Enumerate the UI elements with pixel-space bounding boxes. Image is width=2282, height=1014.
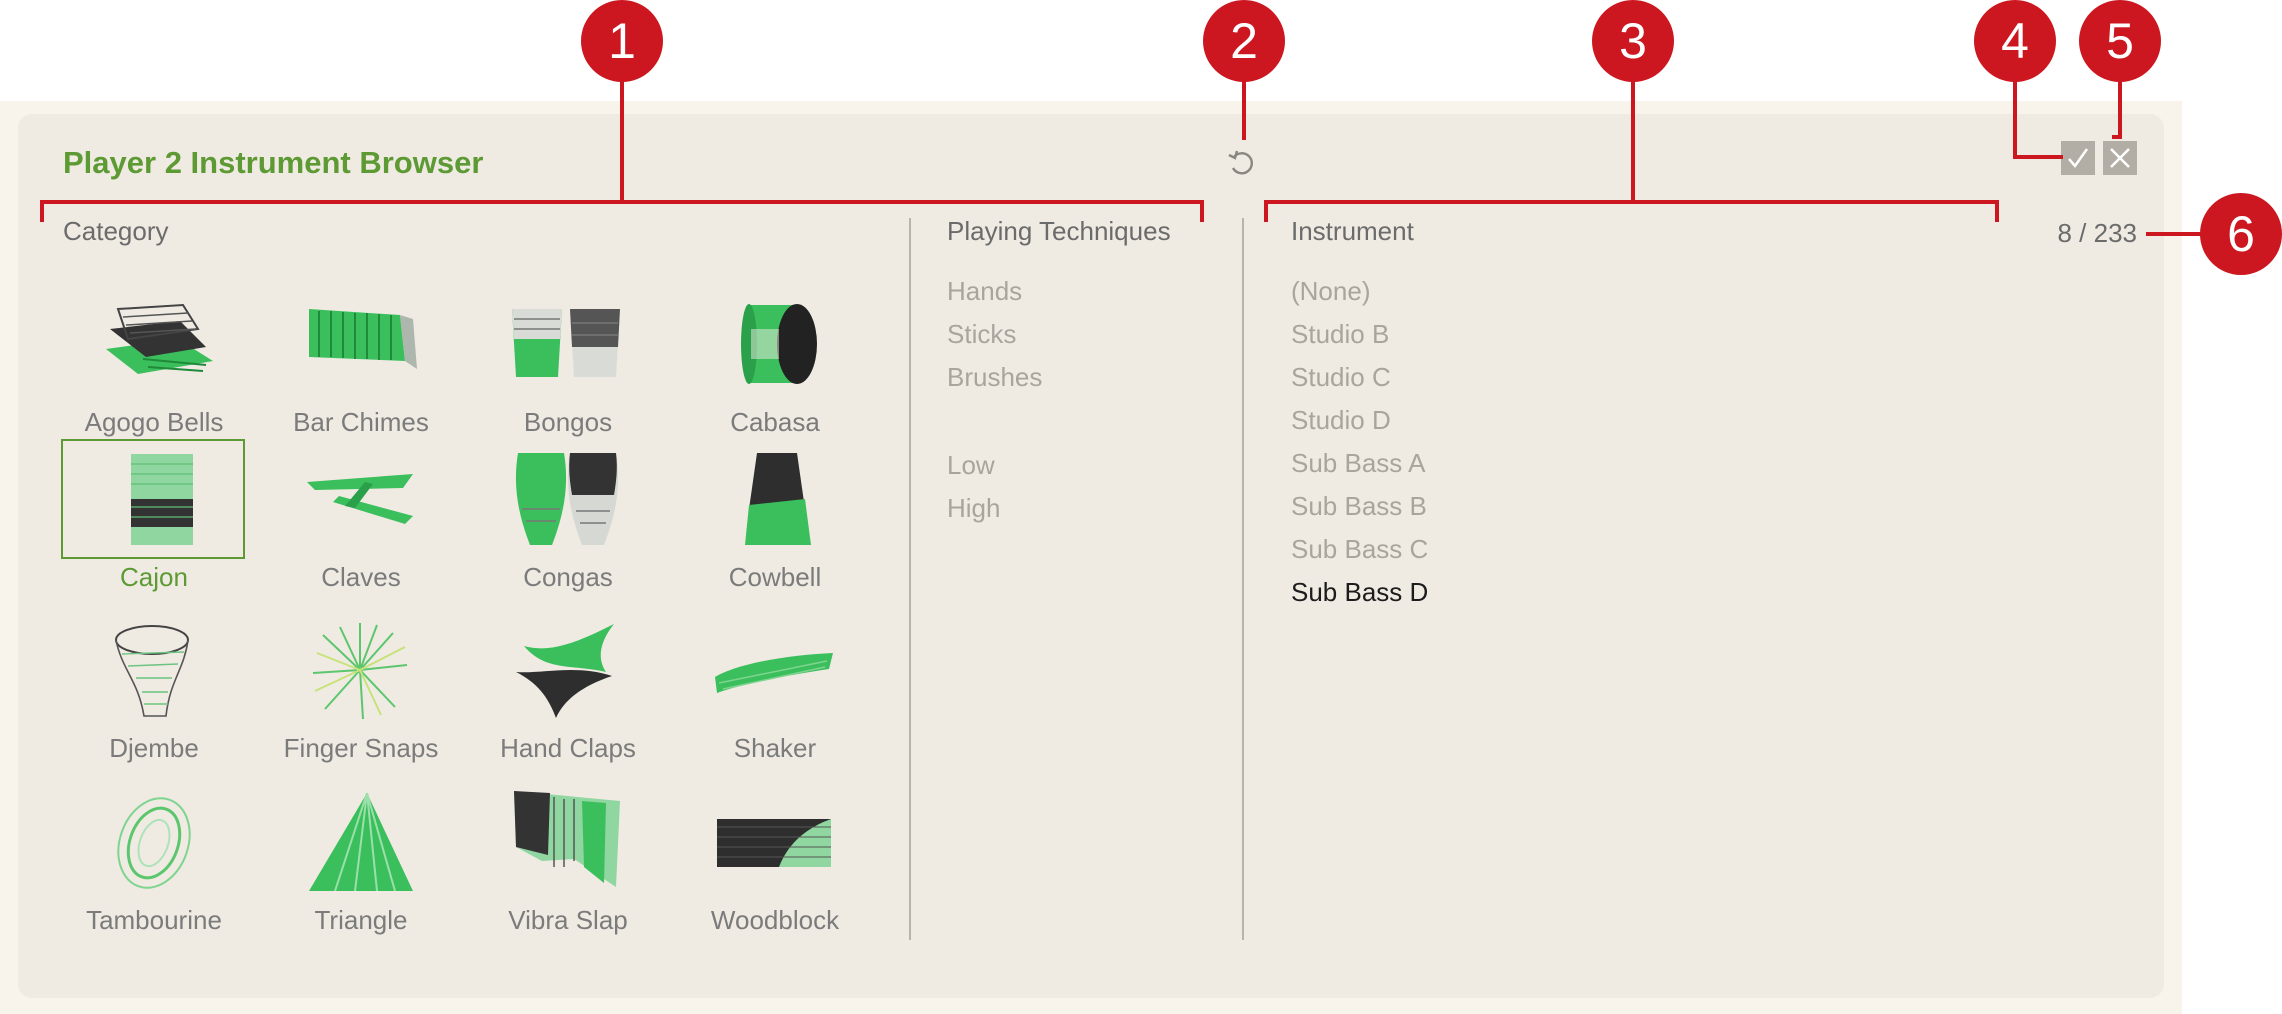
technique-item-low[interactable]: Low — [947, 450, 995, 481]
instrument-item[interactable]: Sub Bass C — [1291, 534, 1428, 565]
triangle-icon — [270, 784, 450, 900]
finger-snaps-icon — [270, 612, 450, 728]
category-label: Tambourine — [86, 905, 222, 935]
bar-chimes-icon — [270, 286, 450, 402]
callout-badge: 6 — [2200, 193, 2282, 275]
category-tile-triangle[interactable]: Triangle — [270, 784, 452, 956]
category-label: Congas — [523, 562, 613, 592]
technique-item-brushes[interactable]: Brushes — [947, 362, 1042, 393]
callout-bracket — [1264, 200, 1268, 222]
callout-line — [2112, 135, 2122, 139]
reset-icon[interactable] — [1225, 146, 1259, 180]
category-label: Cabasa — [730, 407, 820, 437]
category-tile-bongos[interactable]: Bongos — [477, 286, 659, 458]
instrument-item[interactable]: Studio B — [1291, 319, 1389, 350]
category-label: Bar Chimes — [293, 407, 429, 437]
hand-claps-icon — [477, 612, 657, 728]
category-label: Cajon — [120, 562, 188, 592]
category-label: Shaker — [733, 733, 817, 763]
category-label: Djembe — [109, 733, 199, 763]
cowbell-icon — [684, 441, 864, 557]
callout-line — [2118, 80, 2122, 138]
callout-badge: 4 — [1974, 0, 2056, 82]
callout-badge: 5 — [2079, 0, 2161, 82]
instrument-item[interactable]: (None) — [1291, 276, 1370, 307]
category-tile-claves[interactable]: Claves — [270, 441, 452, 613]
callout-line — [2146, 232, 2204, 236]
category-tile-congas[interactable]: Congas — [477, 441, 659, 613]
category-label: Vibra Slap — [508, 905, 628, 935]
category-label: Hand Claps — [500, 733, 636, 763]
claves-icon — [270, 441, 450, 557]
vibra-slap-icon — [477, 784, 657, 900]
category-label: Claves — [321, 562, 401, 592]
category-label: Cowbell — [728, 562, 822, 592]
category-label: Woodblock — [710, 905, 840, 935]
cancel-button[interactable] — [2103, 141, 2137, 175]
category-tile-shaker[interactable]: Shaker — [684, 612, 866, 784]
cabasa-icon — [684, 286, 864, 402]
instrument-item[interactable]: Studio C — [1291, 362, 1391, 393]
category-tile-djembe[interactable]: Djembe — [63, 612, 245, 784]
callout-badge: 2 — [1203, 0, 1285, 82]
technique-item-high[interactable]: High — [947, 493, 1000, 524]
category-tile-cowbell[interactable]: Cowbell — [684, 441, 866, 613]
instrument-item[interactable]: Studio D — [1291, 405, 1391, 436]
category-tile-agogo-bells[interactable]: Agogo Bells — [63, 286, 245, 458]
technique-item-hands[interactable]: Hands — [947, 276, 1022, 307]
cajon-icon — [61, 439, 245, 559]
playing-techniques-header: Playing Techniques — [947, 216, 1171, 246]
column-divider — [909, 218, 911, 940]
category-tile-cajon[interactable]: Cajon — [61, 439, 245, 613]
category-tile-vibra-slap[interactable]: Vibra Slap — [477, 784, 659, 956]
category-tile-tambourine[interactable]: Tambourine — [63, 784, 245, 956]
instrument-item[interactable]: Sub Bass B — [1291, 491, 1427, 522]
callout-bracket — [1995, 200, 1999, 222]
category-tile-finger-snaps[interactable]: Finger Snaps — [270, 612, 452, 784]
category-tile-woodblock[interactable]: Woodblock — [684, 784, 866, 956]
category-header: Category — [63, 216, 169, 246]
callout-line — [1242, 80, 1246, 140]
category-tile-hand-claps[interactable]: Hand Claps — [477, 612, 659, 784]
congas-icon — [477, 441, 657, 557]
callout-line — [620, 80, 624, 202]
instrument-item-selected[interactable]: Sub Bass D — [1291, 577, 1428, 608]
result-counter: 8 / 233 — [2057, 218, 2137, 248]
category-label: Agogo Bells — [84, 407, 224, 437]
category-label: Triangle — [314, 905, 408, 935]
callout-bracket — [1200, 200, 1204, 222]
category-label: Finger Snaps — [283, 733, 439, 763]
bongos-icon — [477, 286, 657, 402]
tambourine-icon — [63, 784, 243, 900]
callout-line — [2013, 80, 2017, 158]
browser-title: Player 2 Instrument Browser — [63, 145, 484, 180]
callout-line — [2013, 155, 2063, 159]
woodblock-icon — [684, 784, 864, 900]
callout-badge: 1 — [581, 0, 663, 82]
callout-line — [1631, 80, 1635, 202]
technique-item-sticks[interactable]: Sticks — [947, 319, 1016, 350]
category-tile-cabasa[interactable]: Cabasa — [684, 286, 866, 458]
confirm-button[interactable] — [2061, 141, 2095, 175]
category-tile-bar-chimes[interactable]: Bar Chimes — [270, 286, 452, 458]
checkmark-icon — [2068, 148, 2089, 169]
callout-badge: 3 — [1592, 0, 1674, 82]
callout-bracket — [40, 200, 44, 222]
column-divider — [1242, 218, 1244, 940]
close-icon — [2110, 148, 2130, 168]
instrument-item[interactable]: Sub Bass A — [1291, 448, 1425, 479]
instrument-header: Instrument — [1291, 216, 1414, 246]
shaker-icon — [684, 612, 864, 728]
djembe-icon — [63, 612, 243, 728]
agogo-bells-icon — [63, 286, 243, 402]
category-label: Bongos — [523, 407, 613, 437]
